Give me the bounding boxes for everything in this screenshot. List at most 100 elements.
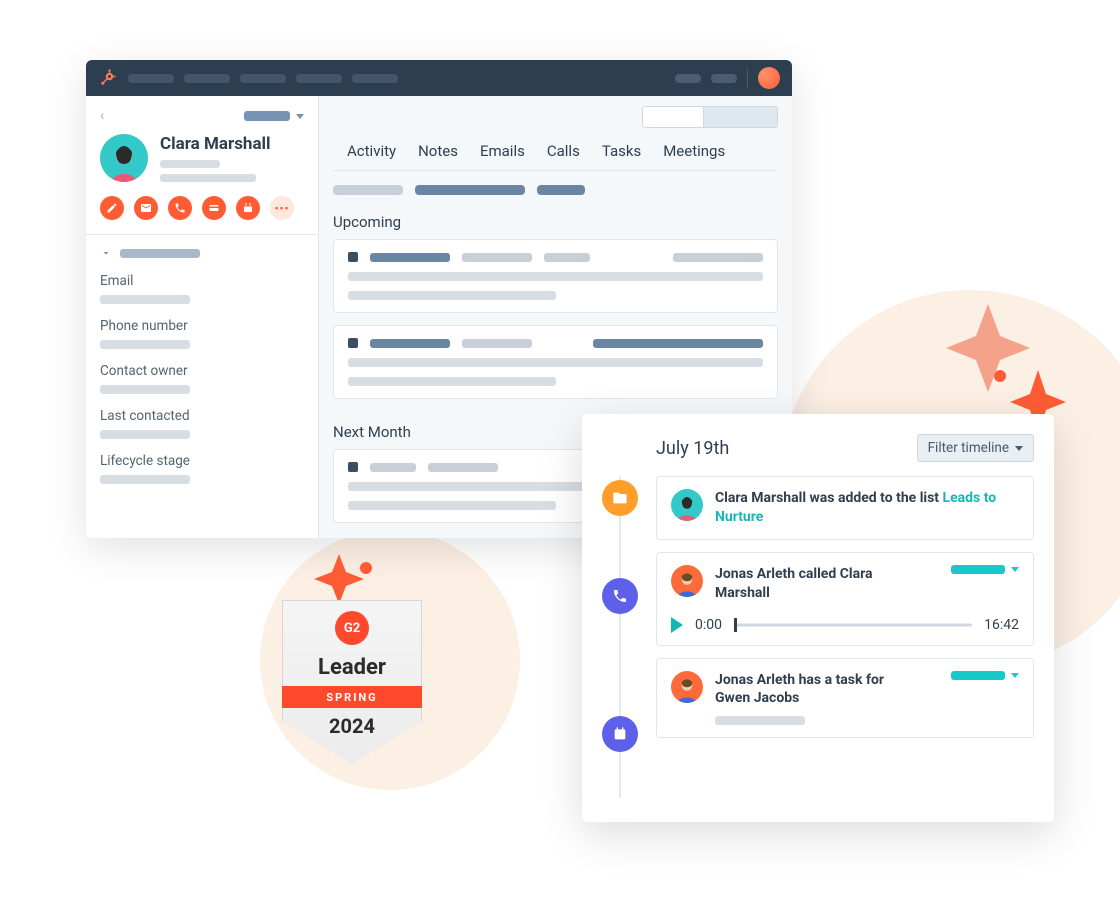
phone-icon (602, 578, 638, 614)
nav-placeholder[interactable] (296, 74, 342, 83)
divider (747, 69, 748, 87)
placeholder-line (462, 339, 532, 348)
card-icon (348, 338, 358, 348)
user-avatar[interactable] (758, 67, 780, 89)
placeholder-line (348, 358, 763, 367)
placeholder-line (348, 501, 556, 510)
timeline-item-call[interactable]: Jonas Arleth called Clara Marshall 0:00 … (656, 552, 1034, 646)
filter-timeline-button[interactable]: Filter timeline (917, 434, 1034, 462)
audio-start-time: 0:00 (695, 617, 722, 633)
view-toggle-a[interactable] (642, 106, 704, 128)
tab-activity[interactable]: Activity (347, 142, 396, 160)
placeholder-line (348, 291, 556, 300)
nav-placeholder[interactable] (352, 74, 398, 83)
more-icon[interactable]: ••• (270, 196, 294, 220)
card-icon (348, 252, 358, 262)
card-icon (348, 462, 358, 472)
badge-title: Leader (318, 655, 386, 680)
nav-placeholder[interactable] (128, 74, 174, 83)
avatar (671, 565, 703, 597)
placeholder-line (160, 174, 256, 182)
phone-icon[interactable] (168, 196, 192, 220)
view-toggle-b[interactable] (704, 106, 778, 128)
nav-placeholder[interactable] (240, 74, 286, 83)
placeholder-line (428, 463, 498, 472)
quick-actions: ••• (100, 196, 304, 220)
placeholder-line (370, 253, 450, 262)
filter-pill[interactable] (333, 185, 403, 195)
chevron-down-icon (1015, 446, 1023, 451)
record-tabs: Activity Notes Emails Calls Tasks Meetin… (333, 128, 778, 171)
tab-meetings[interactable]: Meetings (663, 142, 725, 160)
calendar-icon (602, 716, 638, 752)
placeholder-line (370, 339, 450, 348)
timeline-item-task[interactable]: Jonas Arleth has a task for Gwen Jacobs (656, 658, 1034, 739)
contact-name: Clara Marshall (160, 134, 271, 154)
payment-icon[interactable] (202, 196, 226, 220)
placeholder-line (673, 253, 763, 262)
hubspot-logo-icon (98, 68, 118, 88)
nav-placeholder[interactable] (675, 74, 701, 83)
folder-icon (602, 480, 638, 516)
timeline-date: July 19th (656, 438, 729, 459)
field-label-email: Email (100, 273, 304, 289)
email-icon[interactable] (134, 196, 158, 220)
chevron-down-icon (100, 247, 112, 259)
field-value (100, 340, 190, 349)
header-action[interactable] (244, 111, 290, 121)
calendar-icon[interactable] (236, 196, 260, 220)
chevron-down-icon[interactable] (1011, 567, 1019, 572)
tab-tasks[interactable]: Tasks (602, 142, 641, 160)
field-label-last-contacted: Last contacted (100, 408, 304, 424)
filter-row (319, 171, 792, 201)
filter-pill[interactable] (415, 185, 525, 195)
play-button[interactable] (671, 617, 683, 633)
section-upcoming: Upcoming (319, 201, 792, 239)
contact-avatar[interactable] (100, 134, 148, 182)
timeline-item-list[interactable]: Clara Marshall was added to the list Lea… (656, 476, 1034, 540)
crm-topbar (86, 60, 792, 96)
placeholder-line (348, 377, 556, 386)
placeholder-line (370, 463, 416, 472)
expand-section[interactable] (100, 247, 304, 259)
filter-timeline-label: Filter timeline (928, 440, 1009, 456)
tab-notes[interactable]: Notes (418, 142, 458, 160)
edit-icon[interactable] (100, 196, 124, 220)
field-value (100, 385, 190, 394)
placeholder-line (348, 272, 763, 281)
activity-card[interactable] (333, 325, 778, 399)
avatar (671, 671, 703, 703)
filter-pill[interactable] (537, 185, 585, 195)
placeholder-line (544, 253, 590, 262)
audio-player: 0:00 16:42 (671, 617, 1019, 633)
timeline-text: Clara Marshall was added to the list Lea… (715, 489, 1019, 527)
placeholder-line (462, 253, 532, 262)
task-tag[interactable] (951, 671, 1005, 680)
audio-handle[interactable] (734, 618, 737, 632)
placeholder-line (593, 339, 763, 348)
nav-placeholder[interactable] (184, 74, 230, 83)
audio-end-time: 16:42 (984, 617, 1019, 633)
g2-logo-icon: G2 (335, 611, 369, 645)
g2-badge: G2 Leader SPRING 2024 (282, 600, 422, 764)
tab-emails[interactable]: Emails (480, 142, 525, 160)
tab-calls[interactable]: Calls (547, 142, 580, 160)
timeline-text: Jonas Arleth called Clara Marshall (715, 565, 895, 603)
audio-track[interactable] (734, 620, 972, 630)
nav-placeholder[interactable] (711, 74, 737, 83)
field-value (100, 295, 190, 304)
call-tag[interactable] (951, 565, 1005, 574)
back-chevron-icon[interactable]: ‹ (100, 108, 104, 124)
badge-season: SPRING (272, 686, 432, 708)
badge-year: 2024 (329, 714, 375, 738)
activity-card[interactable] (333, 239, 778, 313)
field-value (100, 475, 190, 484)
field-value (100, 430, 190, 439)
contact-sidebar: ‹ Clara Marshall (86, 96, 319, 538)
field-label-owner: Contact owner (100, 363, 304, 379)
field-label-lifecycle: Lifecycle stage (100, 453, 304, 469)
placeholder-line (160, 160, 220, 168)
chevron-down-icon[interactable] (1011, 673, 1019, 678)
avatar (671, 489, 703, 521)
chevron-down-icon[interactable] (296, 114, 304, 119)
